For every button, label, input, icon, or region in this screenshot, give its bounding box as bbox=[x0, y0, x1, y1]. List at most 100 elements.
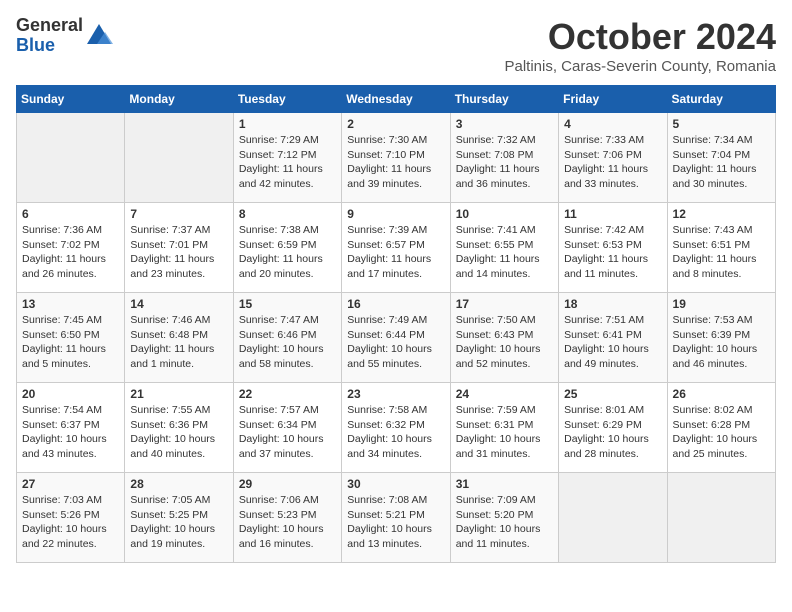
week-row: 27Sunrise: 7:03 AM Sunset: 5:26 PM Dayli… bbox=[17, 473, 776, 563]
day-info: Sunrise: 7:39 AM Sunset: 6:57 PM Dayligh… bbox=[347, 223, 444, 282]
calendar-cell: 9 Sunrise: 7:39 AM Sunset: 6:57 PM Daylig… bbox=[342, 203, 450, 293]
week-row: 13Sunrise: 7:45 AM Sunset: 6:50 PM Dayli… bbox=[17, 293, 776, 383]
day-number: 26 bbox=[673, 387, 770, 401]
calendar-cell: 26 Sunrise: 8:02 AM Sunset: 6:28 PM Dayli… bbox=[667, 383, 775, 473]
calendar-cell: 7Sunrise: 7:37 AM Sunset: 7:01 PM Daylig… bbox=[125, 203, 233, 293]
day-info: Sunrise: 8:01 AM Sunset: 6:29 PM Dayligh… bbox=[564, 403, 661, 462]
calendar-cell: 27Sunrise: 7:03 AM Sunset: 5:26 PM Dayli… bbox=[17, 473, 125, 563]
week-row: 20 Sunrise: 7:54 AM Sunset: 6:37 PM Dayli… bbox=[17, 383, 776, 473]
day-number: 10 bbox=[456, 207, 553, 221]
day-info: Sunrise: 7:50 AM Sunset: 6:43 PM Dayligh… bbox=[456, 313, 553, 372]
day-number: 31 bbox=[456, 477, 553, 491]
day-info: Sunrise: 7:54 AM Sunset: 6:37 PM Dayligh… bbox=[22, 403, 119, 462]
calendar-table: SundayMondayTuesdayWednesdayThursdayFrid… bbox=[16, 85, 776, 563]
calendar-cell: 28Sunrise: 7:05 AM Sunset: 5:25 PM Dayli… bbox=[125, 473, 233, 563]
day-info: Sunrise: 7:49 AM Sunset: 6:44 PM Dayligh… bbox=[347, 313, 444, 372]
day-number: 4 bbox=[564, 117, 661, 131]
day-number: 11 bbox=[564, 207, 661, 221]
day-info: Sunrise: 7:32 AM Sunset: 7:08 PM Dayligh… bbox=[456, 133, 553, 192]
calendar-cell: 4 Sunrise: 7:33 AM Sunset: 7:06 PM Daylig… bbox=[559, 113, 667, 203]
calendar-cell: 15Sunrise: 7:47 AM Sunset: 6:46 PM Dayli… bbox=[233, 293, 341, 383]
logo-blue-text: Blue bbox=[16, 36, 83, 56]
day-number: 7 bbox=[130, 207, 227, 221]
month-title: October 2024 bbox=[504, 16, 776, 58]
day-info: Sunrise: 7:53 AM Sunset: 6:39 PM Dayligh… bbox=[673, 313, 770, 372]
day-info: Sunrise: 7:46 AM Sunset: 6:48 PM Dayligh… bbox=[130, 313, 227, 372]
calendar-cell bbox=[559, 473, 667, 563]
calendar-cell: 18Sunrise: 7:51 AM Sunset: 6:41 PM Dayli… bbox=[559, 293, 667, 383]
calendar-cell: 6 Sunrise: 7:36 AM Sunset: 7:02 PM Daylig… bbox=[17, 203, 125, 293]
calendar-cell bbox=[125, 113, 233, 203]
day-info: Sunrise: 7:58 AM Sunset: 6:32 PM Dayligh… bbox=[347, 403, 444, 462]
calendar-cell bbox=[17, 113, 125, 203]
day-number: 12 bbox=[673, 207, 770, 221]
day-info: Sunrise: 7:30 AM Sunset: 7:10 PM Dayligh… bbox=[347, 133, 444, 192]
day-number: 9 bbox=[347, 207, 444, 221]
day-number: 2 bbox=[347, 117, 444, 131]
calendar-cell: 25Sunrise: 8:01 AM Sunset: 6:29 PM Dayli… bbox=[559, 383, 667, 473]
calendar-cell: 2 Sunrise: 7:30 AM Sunset: 7:10 PM Daylig… bbox=[342, 113, 450, 203]
day-info: Sunrise: 7:41 AM Sunset: 6:55 PM Dayligh… bbox=[456, 223, 553, 282]
day-info: Sunrise: 7:38 AM Sunset: 6:59 PM Dayligh… bbox=[239, 223, 336, 282]
header-day-saturday: Saturday bbox=[667, 86, 775, 113]
calendar-cell: 1Sunrise: 7:29 AM Sunset: 7:12 PM Daylig… bbox=[233, 113, 341, 203]
calendar-cell: 10 Sunrise: 7:41 AM Sunset: 6:55 PM Dayli… bbox=[450, 203, 558, 293]
header-row: SundayMondayTuesdayWednesdayThursdayFrid… bbox=[17, 86, 776, 113]
calendar-header: SundayMondayTuesdayWednesdayThursdayFrid… bbox=[17, 86, 776, 113]
day-info: Sunrise: 7:36 AM Sunset: 7:02 PM Dayligh… bbox=[22, 223, 119, 282]
calendar-cell: 12 Sunrise: 7:43 AM Sunset: 6:51 PM Dayli… bbox=[667, 203, 775, 293]
day-number: 5 bbox=[673, 117, 770, 131]
calendar-body: 1Sunrise: 7:29 AM Sunset: 7:12 PM Daylig… bbox=[17, 113, 776, 563]
day-number: 6 bbox=[22, 207, 119, 221]
day-info: Sunrise: 7:03 AM Sunset: 5:26 PM Dayligh… bbox=[22, 493, 119, 552]
calendar-cell: 30 Sunrise: 7:08 AM Sunset: 5:21 PM Dayli… bbox=[342, 473, 450, 563]
day-number: 24 bbox=[456, 387, 553, 401]
day-info: Sunrise: 7:51 AM Sunset: 6:41 PM Dayligh… bbox=[564, 313, 661, 372]
day-info: Sunrise: 7:45 AM Sunset: 6:50 PM Dayligh… bbox=[22, 313, 119, 372]
calendar-cell: 3Sunrise: 7:32 AM Sunset: 7:08 PM Daylig… bbox=[450, 113, 558, 203]
calendar-cell: 8Sunrise: 7:38 AM Sunset: 6:59 PM Daylig… bbox=[233, 203, 341, 293]
day-number: 17 bbox=[456, 297, 553, 311]
day-number: 19 bbox=[673, 297, 770, 311]
logo: General Blue bbox=[16, 16, 113, 56]
header-day-wednesday: Wednesday bbox=[342, 86, 450, 113]
header-day-monday: Monday bbox=[125, 86, 233, 113]
day-number: 22 bbox=[239, 387, 336, 401]
day-info: Sunrise: 7:08 AM Sunset: 5:21 PM Dayligh… bbox=[347, 493, 444, 552]
week-row: 6 Sunrise: 7:36 AM Sunset: 7:02 PM Daylig… bbox=[17, 203, 776, 293]
calendar-cell: 14 Sunrise: 7:46 AM Sunset: 6:48 PM Dayli… bbox=[125, 293, 233, 383]
location-title: Paltinis, Caras-Severin County, Romania bbox=[504, 58, 776, 75]
calendar-cell: 19 Sunrise: 7:53 AM Sunset: 6:39 PM Dayli… bbox=[667, 293, 775, 383]
calendar-cell: 23Sunrise: 7:58 AM Sunset: 6:32 PM Dayli… bbox=[342, 383, 450, 473]
header-day-friday: Friday bbox=[559, 86, 667, 113]
title-block: October 2024 Paltinis, Caras-Severin Cou… bbox=[504, 16, 776, 75]
calendar-cell: 5 Sunrise: 7:34 AM Sunset: 7:04 PM Daylig… bbox=[667, 113, 775, 203]
day-number: 28 bbox=[130, 477, 227, 491]
calendar-cell: 20 Sunrise: 7:54 AM Sunset: 6:37 PM Dayli… bbox=[17, 383, 125, 473]
day-number: 29 bbox=[239, 477, 336, 491]
calendar-cell: 24 Sunrise: 7:59 AM Sunset: 6:31 PM Dayli… bbox=[450, 383, 558, 473]
day-info: Sunrise: 7:34 AM Sunset: 7:04 PM Dayligh… bbox=[673, 133, 770, 192]
day-info: Sunrise: 7:59 AM Sunset: 6:31 PM Dayligh… bbox=[456, 403, 553, 462]
day-number: 1 bbox=[239, 117, 336, 131]
header-day-sunday: Sunday bbox=[17, 86, 125, 113]
day-info: Sunrise: 7:06 AM Sunset: 5:23 PM Dayligh… bbox=[239, 493, 336, 552]
calendar-cell: 11Sunrise: 7:42 AM Sunset: 6:53 PM Dayli… bbox=[559, 203, 667, 293]
day-info: Sunrise: 7:09 AM Sunset: 5:20 PM Dayligh… bbox=[456, 493, 553, 552]
page-header: General Blue October 2024 Paltinis, Cara… bbox=[16, 16, 776, 75]
day-info: Sunrise: 8:02 AM Sunset: 6:28 PM Dayligh… bbox=[673, 403, 770, 462]
week-row: 1Sunrise: 7:29 AM Sunset: 7:12 PM Daylig… bbox=[17, 113, 776, 203]
calendar-cell: 16Sunrise: 7:49 AM Sunset: 6:44 PM Dayli… bbox=[342, 293, 450, 383]
day-info: Sunrise: 7:33 AM Sunset: 7:06 PM Dayligh… bbox=[564, 133, 661, 192]
day-number: 20 bbox=[22, 387, 119, 401]
day-number: 21 bbox=[130, 387, 227, 401]
day-info: Sunrise: 7:43 AM Sunset: 6:51 PM Dayligh… bbox=[673, 223, 770, 282]
day-info: Sunrise: 7:57 AM Sunset: 6:34 PM Dayligh… bbox=[239, 403, 336, 462]
day-number: 14 bbox=[130, 297, 227, 311]
calendar-cell: 22 Sunrise: 7:57 AM Sunset: 6:34 PM Dayli… bbox=[233, 383, 341, 473]
header-day-thursday: Thursday bbox=[450, 86, 558, 113]
calendar-cell: 13Sunrise: 7:45 AM Sunset: 6:50 PM Dayli… bbox=[17, 293, 125, 383]
logo-general-text: General bbox=[16, 16, 83, 36]
header-day-tuesday: Tuesday bbox=[233, 86, 341, 113]
day-number: 30 bbox=[347, 477, 444, 491]
